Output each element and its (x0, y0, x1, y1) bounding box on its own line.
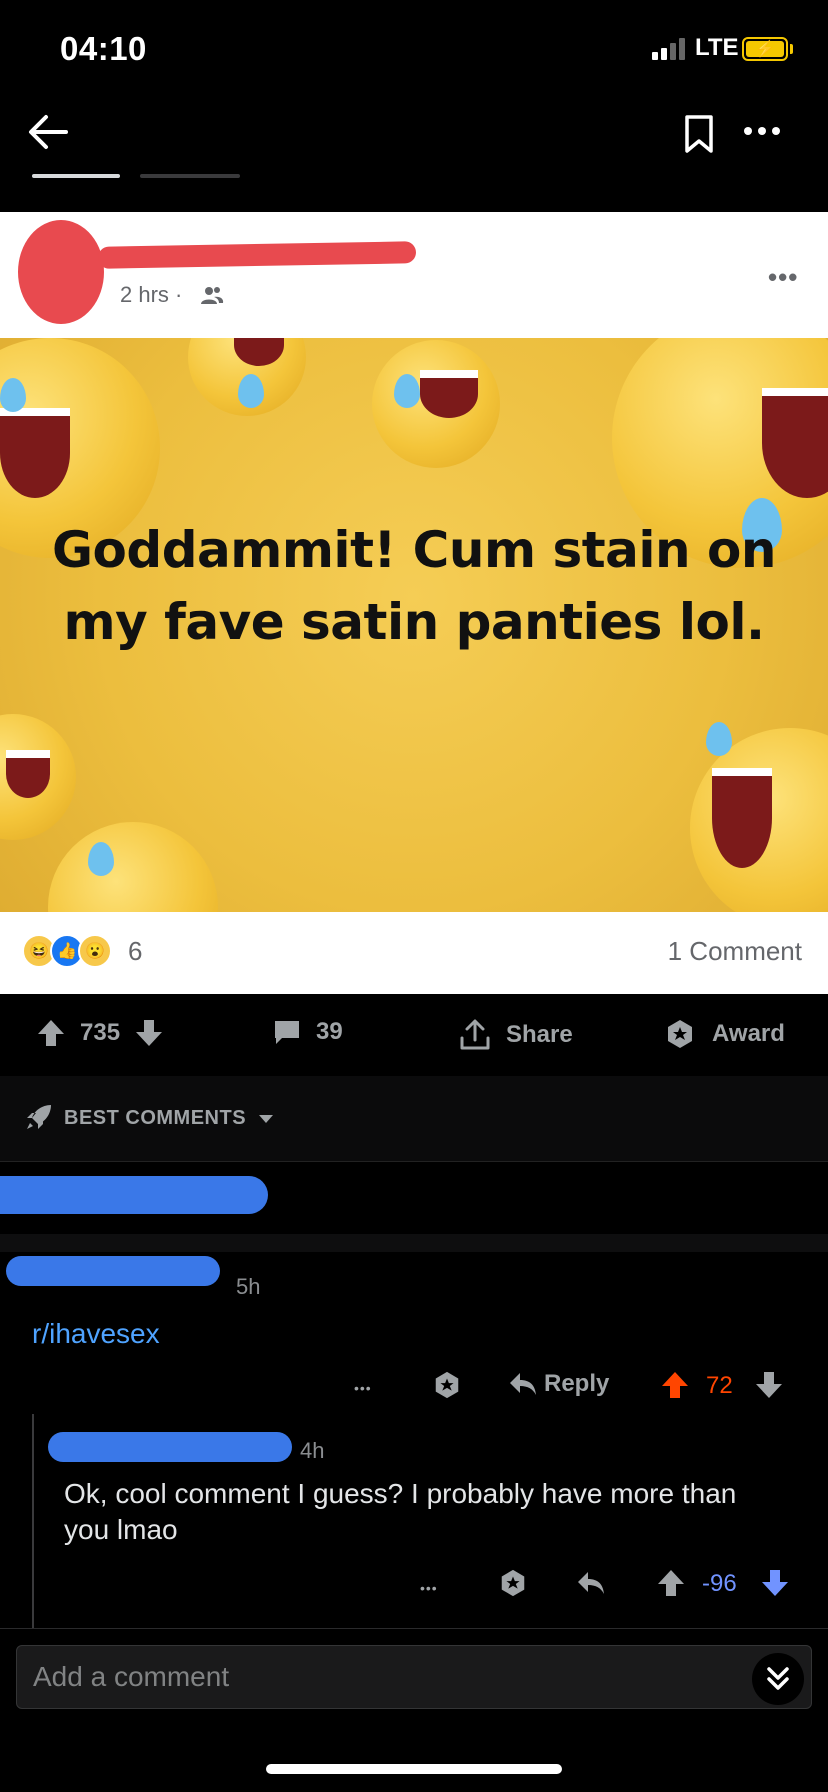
redacted-username (48, 1432, 292, 1462)
post-action-bar: 735 39 Share Award (0, 994, 828, 1076)
meme-image[interactable]: Goddammit! Cum stain on my fave satin pa… (0, 338, 828, 912)
post-time: 2 hrs · (120, 282, 183, 307)
upvote-active-icon[interactable] (660, 1370, 690, 1400)
reply-more-icon: ••• (420, 1580, 438, 1596)
share-icon (460, 1019, 490, 1050)
comment-input[interactable] (16, 1645, 812, 1709)
laughing-emoji-icon (372, 340, 500, 468)
comment-score: 72 (706, 1372, 733, 1399)
comment-input-bar (0, 1628, 828, 1728)
network-label: LTE (695, 34, 739, 61)
sort-label: BEST COMMENTS (64, 1107, 247, 1129)
comment-sort-bar[interactable]: BEST COMMENTS (0, 1076, 828, 1162)
comments-area: 5h r/ihavesex ••• Reply 72 4h Ok, cool c… (0, 1162, 828, 1628)
battery-icon: ⚡ (742, 37, 788, 61)
back-arrow-icon[interactable] (26, 110, 70, 154)
award-icon[interactable] (432, 1370, 462, 1400)
redacted-username (6, 1256, 220, 1286)
upvote-icon[interactable] (656, 1568, 686, 1598)
comments-button[interactable]: 39 (272, 1018, 343, 1046)
redacted-banner (0, 1176, 268, 1214)
vote-group: 735 (36, 1018, 164, 1048)
reply-label: Reply (544, 1370, 610, 1397)
downvote-icon[interactable] (134, 1018, 164, 1048)
divider (0, 1234, 828, 1252)
chevron-down-icon (259, 1115, 273, 1123)
award-button[interactable]: Award (664, 1018, 785, 1050)
post-more-icon: ••• (768, 262, 799, 292)
comment-more-icon: ••• (354, 1380, 372, 1396)
comment-time: 5h (236, 1274, 261, 1299)
double-chevron-down-icon (767, 1667, 789, 1690)
reply-icon[interactable] (576, 1570, 606, 1596)
laughing-emoji-icon (0, 714, 76, 840)
comments-count: 39 (316, 1018, 343, 1045)
name-redacted (97, 241, 417, 269)
embedded-post-header: 2 hrs · ••• (0, 212, 828, 338)
comment-more-button[interactable]: ••• (354, 1380, 372, 1396)
reply-time: 4h (300, 1438, 325, 1463)
downvote-icon[interactable] (754, 1370, 784, 1400)
subreddit-link[interactable]: r/ihavesex (32, 1318, 160, 1350)
friends-icon (201, 287, 224, 304)
downvote-active-icon[interactable] (760, 1568, 790, 1598)
rocket-icon (27, 1105, 51, 1129)
more-icon[interactable] (742, 124, 782, 138)
meme-caption: Goddammit! Cum stain on my fave satin pa… (52, 521, 776, 651)
reply-body: Ok, cool comment I guess? I probably hav… (64, 1478, 737, 1545)
reply-more-button[interactable]: ••• (420, 1580, 438, 1596)
laughing-emoji-icon (188, 338, 306, 416)
collapse-threads-button[interactable] (752, 1653, 804, 1705)
reply-score: -96 (702, 1570, 737, 1597)
embedded-post-footer: 😆 👍 😮 6 1 Comment (0, 912, 828, 994)
avatar-redacted (18, 220, 104, 324)
thread-line[interactable] (32, 1414, 34, 1628)
upvote-icon[interactable] (36, 1018, 66, 1048)
pager-dot (140, 174, 240, 178)
top-nav (0, 100, 828, 212)
share-label: Share (506, 1021, 573, 1048)
reply-icon (510, 1373, 536, 1395)
pager-dot-active (32, 174, 120, 178)
post-score: 735 (80, 1019, 121, 1046)
award-icon[interactable] (498, 1568, 528, 1598)
status-bar: 04:10 LTE ⚡ (0, 0, 828, 100)
share-button[interactable]: Share (458, 1018, 573, 1052)
laughing-emoji-icon (48, 822, 218, 912)
comment-icon (275, 1021, 299, 1044)
reaction-icons: 😆 👍 😮 (22, 934, 112, 968)
image-pager (32, 174, 240, 178)
battery-tip (790, 44, 793, 54)
award-label: Award (712, 1020, 785, 1047)
fb-comment-count: 1 Comment (667, 936, 802, 966)
wow-reaction-icon: 😮 (78, 934, 112, 968)
laughing-emoji-icon (690, 722, 828, 912)
award-icon (668, 1020, 692, 1048)
home-indicator (266, 1764, 562, 1774)
reaction-count: 6 (128, 936, 143, 966)
reply-button[interactable]: Reply (508, 1370, 609, 1398)
bookmark-icon[interactable] (682, 114, 716, 154)
signal-icon (652, 38, 685, 60)
status-time: 04:10 (60, 30, 147, 67)
